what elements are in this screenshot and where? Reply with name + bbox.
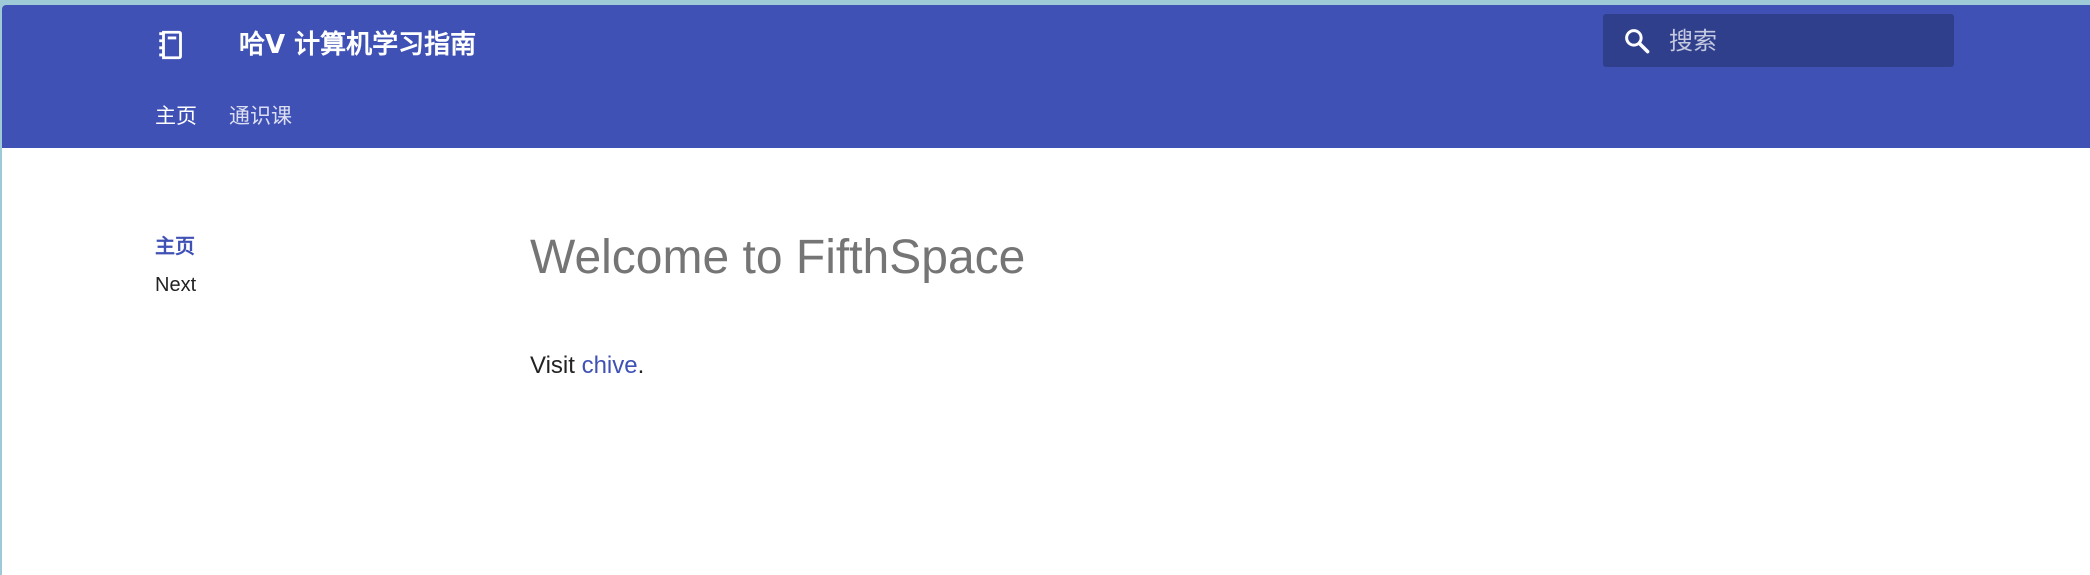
paragraph-prefix: Visit: [530, 352, 582, 379]
tab-home[interactable]: 主页: [155, 101, 197, 131]
browser-page: 哈V 计算机学习指南 主页 通识课 主页 Next Welcome to Fif…: [2, 5, 2090, 575]
tab-general-courses[interactable]: 通识课: [229, 101, 292, 131]
search-box[interactable]: [1603, 14, 1954, 67]
header-tabs: 主页 通识课: [155, 101, 292, 131]
sidebar-item-home[interactable]: 主页: [155, 231, 196, 261]
intro-paragraph: Visit chive.: [530, 349, 1025, 383]
site-logo-button[interactable]: [152, 25, 192, 65]
search-icon[interactable]: [1621, 25, 1653, 57]
chive-link[interactable]: chive: [582, 352, 638, 379]
site-title[interactable]: 哈V 计算机学习指南: [239, 27, 476, 63]
main-content: Welcome to FifthSpace Visit chive.: [530, 225, 1025, 383]
site-header: 哈V 计算机学习指南 主页 通识课: [2, 5, 2090, 148]
sidebar-nav: 主页 Next: [155, 231, 196, 309]
paragraph-suffix: .: [637, 352, 645, 379]
search-input[interactable]: [1667, 19, 1941, 62]
notebook-icon: [159, 30, 182, 60]
sidebar-item-next[interactable]: Next: [155, 270, 196, 300]
page-title: Welcome to FifthSpace: [530, 231, 1026, 284]
